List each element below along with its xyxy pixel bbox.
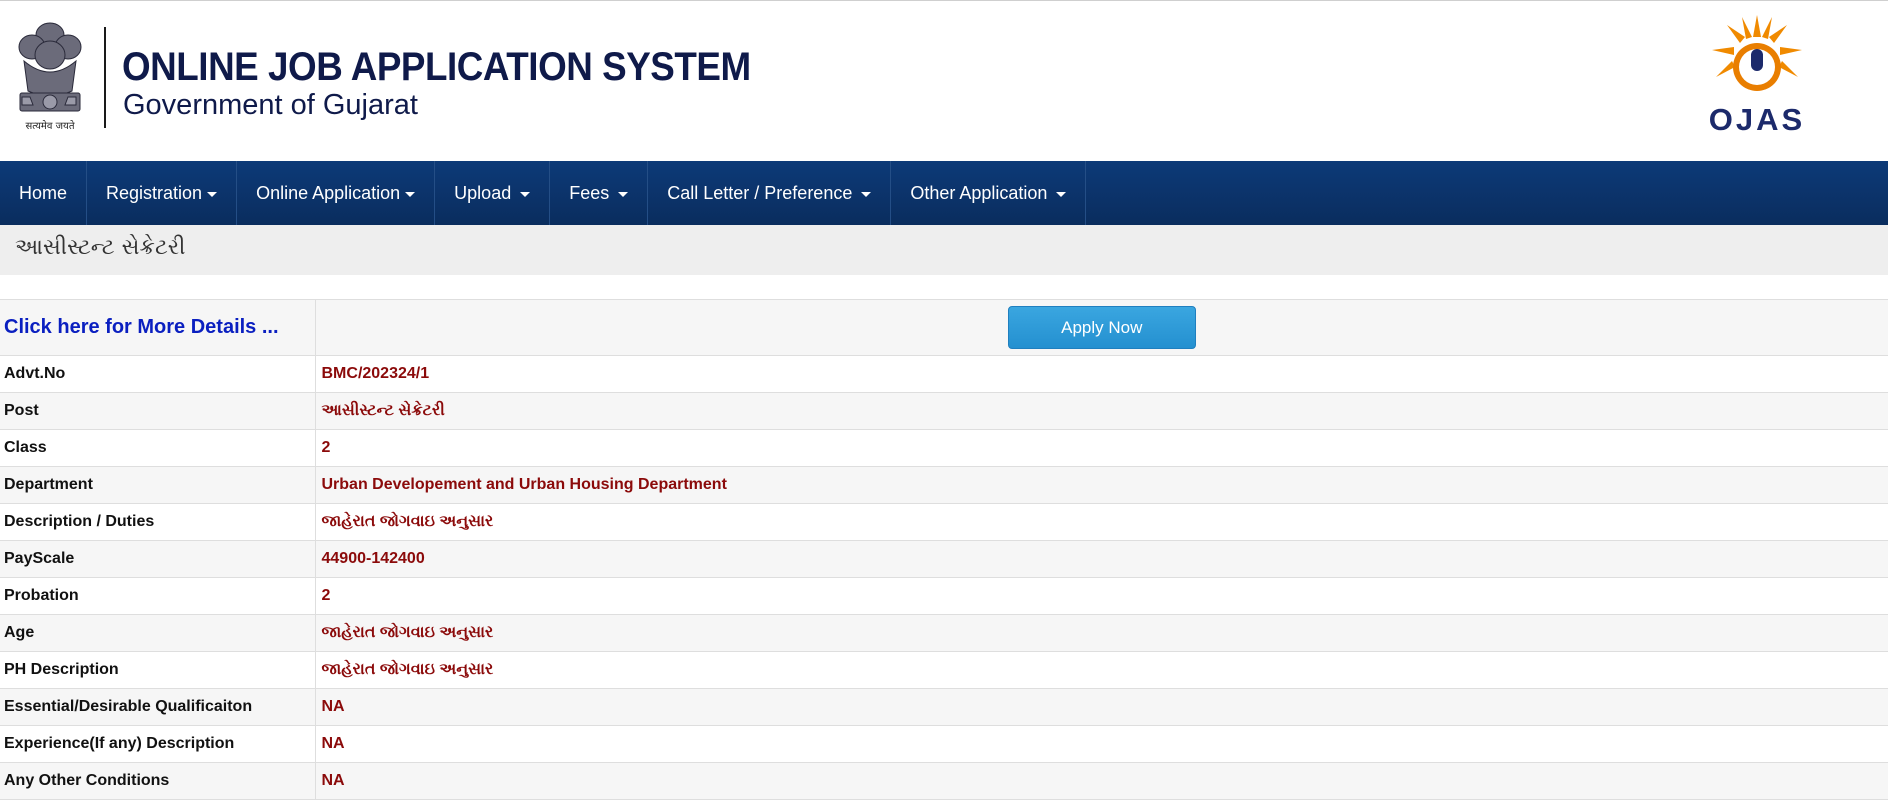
nav-item-label: Fees — [569, 182, 610, 203]
nav-item-registration[interactable]: Registration — [87, 161, 238, 225]
site-header: सत्यमेव जयते ONLINE JOB APPLICATION SYST… — [0, 0, 1888, 161]
chevron-down-icon — [207, 191, 218, 197]
table-row: Age જાહેરાત જોગવાઇ અનુસાર — [0, 614, 1888, 652]
chevron-down-icon — [861, 191, 872, 197]
table-row: Advt.No BMC/202324/1 — [0, 355, 1888, 393]
row-value: 2 — [315, 429, 1888, 467]
chevron-down-icon — [618, 191, 629, 197]
table-row: Department Urban Developement and Urban H… — [0, 466, 1888, 504]
row-label: Department — [0, 466, 316, 504]
row-label: Age — [0, 614, 316, 652]
emblem-caption: सत्यमेव जयते — [25, 120, 74, 132]
table-row: Probation 2 — [0, 577, 1888, 615]
chevron-down-icon — [1056, 191, 1067, 197]
table-row: Essential/Desirable Qualificaiton NA — [0, 688, 1888, 726]
row-value: જાહેરાત જોગવાઇ અનુસાર — [315, 503, 1888, 541]
row-value: NA — [315, 688, 1888, 726]
site-title: ONLINE JOB APPLICATION SYSTEM — [122, 45, 751, 89]
apply-now-button[interactable]: Apply Now — [1007, 306, 1196, 349]
table-row: PH Description જાહેરાત જોગવાઇ અનુસાર — [0, 651, 1888, 689]
table-row: Any Other Conditions NA — [0, 762, 1888, 800]
nav-item-call-letter-preference[interactable]: Call Letter / Preference — [648, 161, 892, 225]
table-row: PayScale 44900-142400 — [0, 540, 1888, 578]
apply-cell: Apply Now — [315, 299, 1888, 356]
chevron-down-icon — [520, 191, 531, 197]
row-label: Any Other Conditions — [0, 762, 316, 800]
nav-item-fees[interactable]: Fees — [550, 161, 649, 225]
ojas-logo-text: OJAS — [1709, 102, 1805, 137]
header-divider — [104, 27, 106, 128]
row-value: NA — [315, 762, 1888, 800]
row-value: 44900-142400 — [315, 540, 1888, 578]
row-label: Post — [0, 392, 316, 430]
nav-item-other-application[interactable]: Other Application — [891, 161, 1087, 225]
nav-item-upload[interactable]: Upload — [435, 161, 551, 225]
nav-item-label: Call Letter / Preference — [667, 182, 853, 203]
row-label: Probation — [0, 577, 316, 615]
nav-item-label: Online Application — [256, 182, 401, 203]
nav-item-label: Other Application — [910, 182, 1048, 203]
nav-item-label: Registration — [106, 182, 203, 203]
action-row: Click here for More Details ... Apply No… — [0, 299, 1888, 356]
table-row: Post આસીસ્ટન્ટ સેક્રેટરી — [0, 392, 1888, 430]
row-label: Advt.No — [0, 355, 316, 393]
row-label: PH Description — [0, 651, 316, 689]
row-value: NA — [315, 725, 1888, 763]
nav-item-online-application[interactable]: Online Application — [237, 161, 436, 225]
page-title: આસીસ્ટન્ટ સેક્રેટરી — [15, 235, 186, 260]
national-emblem-icon: सत्यमेव जयते — [18, 22, 82, 132]
site-subtitle: Government of Gujarat — [123, 89, 418, 121]
more-details-cell: Click here for More Details ... — [0, 299, 316, 356]
nav-item-label: Upload — [454, 182, 512, 203]
row-label: Description / Duties — [0, 503, 316, 541]
table-row: Description / Duties જાહેરાત જોગવાઇ અનુસા… — [0, 503, 1888, 541]
row-label: Class — [0, 429, 316, 467]
chevron-down-icon — [405, 191, 416, 197]
nav-item-label: Home — [19, 182, 68, 203]
page-heading-bar: આસીસ્ટન્ટ સેક્રેટરી — [0, 225, 1888, 275]
table-row: Experience(If any) Description NA — [0, 725, 1888, 763]
row-value: Urban Developement and Urban Housing Dep… — [315, 466, 1888, 504]
more-details-link[interactable]: Click here for More Details ... — [4, 316, 279, 338]
row-label: Experience(If any) Description — [0, 725, 316, 763]
main-navbar: Home Registration Online Application Upl… — [0, 161, 1888, 225]
job-details-table: Click here for More Details ... Apply No… — [0, 299, 1888, 800]
row-value: BMC/202324/1 — [315, 355, 1888, 393]
row-value: જાહેરાત જોગવાઇ અનુસાર — [315, 651, 1888, 689]
table-row: Class 2 — [0, 429, 1888, 467]
row-value: 2 — [315, 577, 1888, 615]
nav-item-home[interactable]: Home — [0, 161, 88, 225]
row-value: આસીસ્ટન્ટ સેક્રેટરી — [315, 392, 1888, 430]
row-label: PayScale — [0, 540, 316, 578]
ojas-logo[interactable]: OJAS — [1702, 15, 1812, 145]
row-value: જાહેરાત જોગવાઇ અનુસાર — [315, 614, 1888, 652]
row-label: Essential/Desirable Qualificaiton — [0, 688, 316, 726]
